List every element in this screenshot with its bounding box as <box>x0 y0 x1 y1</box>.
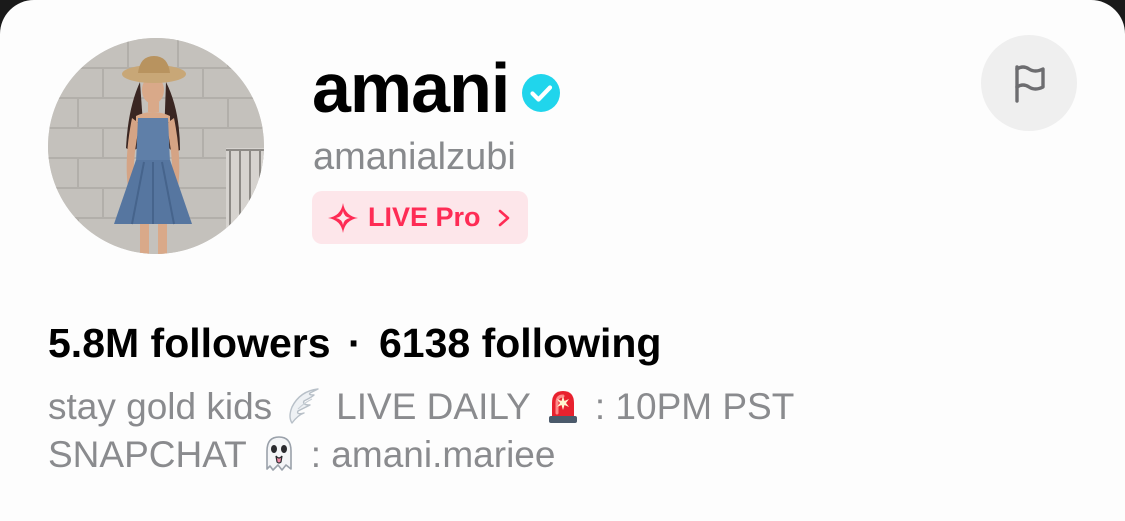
flag-icon <box>1015 65 1045 103</box>
bio-text: LIVE DAILY <box>336 386 531 427</box>
follow-stats: 5.8M followers · 6138 following <box>48 318 661 368</box>
bio-text: : 10PM PST <box>594 386 795 427</box>
report-button[interactable] <box>981 35 1077 131</box>
live-pro-label: LIVE Pro <box>368 202 481 232</box>
bio-text: stay gold kids <box>48 386 273 427</box>
chevron-right-icon <box>498 209 509 226</box>
username-handle: amanialzubi <box>313 136 516 178</box>
display-name-row: amani <box>312 48 561 128</box>
bio-line-1: stay gold kids LIVE DAILY : 10PM PST <box>48 383 794 431</box>
avatar-photo <box>48 38 264 254</box>
sparkle-icon <box>328 202 358 233</box>
siren-emoji <box>548 391 577 423</box>
bio-text: : amani.mariee <box>310 434 556 475</box>
profile-sheet: amani amanialzubi LIVE Pro 5.8M follower… <box>0 0 1125 521</box>
verified-check-icon <box>522 74 561 112</box>
display-name: amani <box>312 49 510 127</box>
avatar[interactable] <box>48 38 264 254</box>
wing-emoji <box>289 388 319 424</box>
ghost-emoji <box>265 436 292 471</box>
following-count[interactable]: 6138 following <box>379 320 662 366</box>
followers-count[interactable]: 5.8M followers <box>48 320 331 366</box>
bio-line-2: SNAPCHAT : amani.mariee <box>48 431 794 479</box>
stats-separator: · <box>347 320 362 366</box>
live-pro-badge[interactable]: LIVE Pro <box>312 191 528 244</box>
bio: stay gold kids LIVE DAILY : 10PM PST SNA… <box>48 383 794 479</box>
bio-text: SNAPCHAT <box>48 434 247 475</box>
